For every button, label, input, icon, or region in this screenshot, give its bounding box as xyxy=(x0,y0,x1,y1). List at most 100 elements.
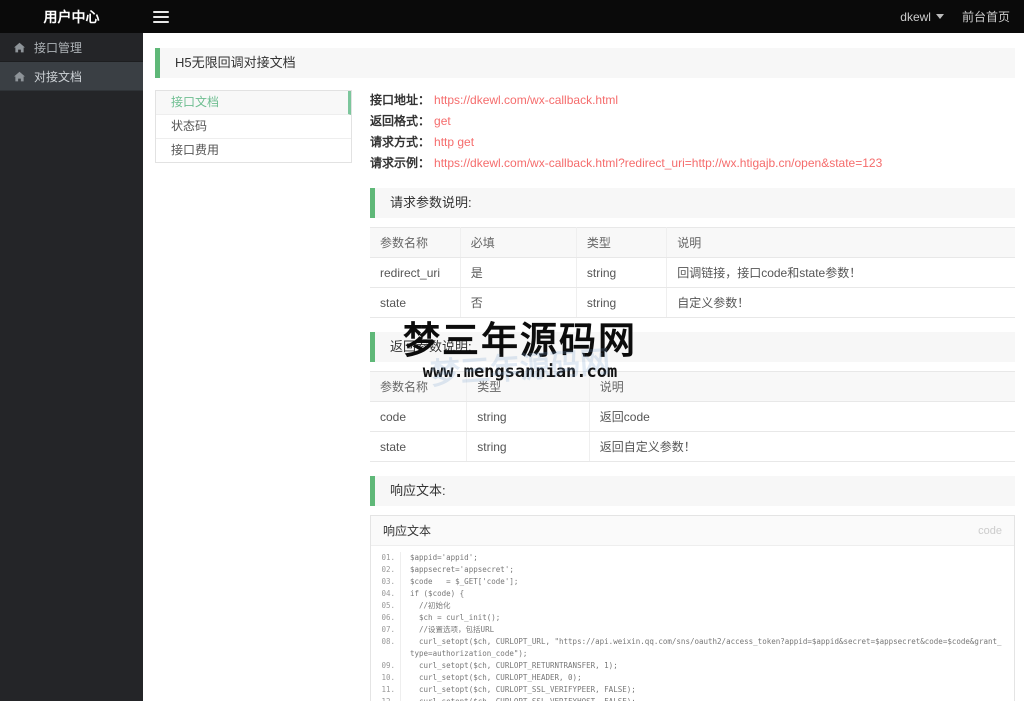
code-line-text: //设置选项，包括URL xyxy=(410,625,495,634)
code-panel: 响应文本 code 01. $appid='appid'; 02. $appsecre… xyxy=(370,515,1015,701)
table-cell: string xyxy=(576,287,668,318)
code-line-text: $code = $_GET['code']; xyxy=(410,577,519,586)
api-info-value-link[interactable]: https://dkewl.com/wx-callback.html xyxy=(434,93,618,107)
api-info-row: 返回格式： get xyxy=(370,111,1015,132)
table-row: code string 返回code xyxy=(370,401,1015,432)
api-info-value-link[interactable]: https://dkewl.com/wx-callback.html?redir… xyxy=(434,156,882,170)
api-info-value-link[interactable]: get xyxy=(434,114,451,128)
code-line-text: //初始化 xyxy=(410,601,451,610)
table-row: redirect_uri 是 string 回调链接，接口code和state参数！ xyxy=(370,257,1015,288)
api-info-row: 接口地址： https://dkewl.com/wx-callback.html xyxy=(370,90,1015,111)
api-info-value-link[interactable]: http get xyxy=(434,135,474,149)
topbar-right: dkewl 前台首页 xyxy=(900,8,1024,25)
code-line-number: 05. xyxy=(371,600,401,612)
sidebar-item-label: 对接文档 xyxy=(34,69,83,84)
table-cell: 是 xyxy=(460,257,577,288)
code-line-number: 09. xyxy=(371,660,401,672)
table-header-cell: 参数名称 xyxy=(370,227,461,258)
sidebar-item-1[interactable]: 对接文档 xyxy=(0,62,143,91)
doc-nav-item-0[interactable]: 接口文档 xyxy=(156,91,351,115)
table-cell: string xyxy=(466,401,590,432)
table-row: state 否 string 自定义参数！ xyxy=(370,287,1015,318)
api-info-label: 请求示例： xyxy=(370,156,431,170)
code-line-text: if ($code) { xyxy=(410,589,465,598)
home-icon xyxy=(14,71,25,82)
table-cell: string xyxy=(466,431,590,462)
user-dropdown[interactable]: dkewl xyxy=(900,10,944,24)
table-cell: 回调链接，接口code和state参数！ xyxy=(666,257,1015,288)
code-line-text: curl_setopt($ch, CURLOPT_RETURNTRANSFER,… xyxy=(410,661,618,670)
app-title: 用户中心 xyxy=(43,8,100,25)
frontend-home-link[interactable]: 前台首页 xyxy=(962,8,1010,25)
table-cell: redirect_uri xyxy=(370,257,461,288)
code-line-number: 03. xyxy=(371,576,401,588)
code-line: 08. curl_setopt($ch, CURLOPT_URL, "https… xyxy=(371,636,1014,660)
code-panel-title: 响应文本 xyxy=(383,524,432,538)
table-cell: state xyxy=(370,431,468,462)
code-line-number: 01. xyxy=(371,552,401,564)
code-badge: code xyxy=(978,524,1002,537)
code-line-number: 02. xyxy=(371,564,401,576)
table-cell: code xyxy=(370,401,468,432)
code-line-number: 12. xyxy=(371,696,401,701)
code-line-text: curl_setopt($ch, CURLOPT_HEADER, 0); xyxy=(410,673,582,682)
code-line-text: $ch = curl_init(); xyxy=(410,613,501,622)
response-body-heading: 响应文本: xyxy=(370,476,1015,506)
table-header-row: 参数名称 必填 类型 说明 xyxy=(370,227,1015,258)
code-line-number: 04. xyxy=(371,588,401,600)
sidebar: 接口管理 对接文档 xyxy=(0,33,143,701)
api-info-row: 请求示例： https://dkewl.com/wx-callback.html?… xyxy=(370,153,1015,174)
code-line: 05. //初始化 xyxy=(371,600,1014,612)
response-params-heading: 返回参数说明: xyxy=(370,332,1015,362)
table-header-cell: 类型 xyxy=(466,371,590,402)
api-info-label: 请求方式： xyxy=(370,135,431,149)
code-line-number: 10. xyxy=(371,672,401,684)
api-info-label: 返回格式： xyxy=(370,114,431,128)
request-params-heading: 请求参数说明: xyxy=(370,188,1015,218)
code-line: 07. //设置选项，包括URL xyxy=(371,624,1014,636)
code-line: 02. $appsecret='appsecret'; xyxy=(371,564,1014,576)
code-line: 04. if ($code) { xyxy=(371,588,1014,600)
code-line-number: 07. xyxy=(371,624,401,636)
request-params-table: 参数名称 必填 类型 说明 redirect_uri 是 string 回调链接，接口code… xyxy=(370,227,1015,318)
code-line-text: $appid='appid'; xyxy=(410,553,478,562)
code-line-text: $appsecret='appsecret'; xyxy=(410,565,514,574)
code-line-text: curl_setopt($ch, CURLOPT_SSL_VERIFYHOST,… xyxy=(401,696,1014,701)
response-params-table: 参数名称 类型 说明 code string 返回code state string 返回自定义… xyxy=(370,371,1015,462)
hamburger-menu-icon[interactable] xyxy=(153,10,169,23)
topbar: 用户中心 dkewl 前台首页 xyxy=(0,0,1024,33)
table-header-cell: 必填 xyxy=(460,227,577,258)
code-body: 01. $appid='appid'; 02. $appsecret='appsecr… xyxy=(371,546,1014,701)
code-line-text: curl_setopt($ch, CURLOPT_SSL_VERIFYPEER,… xyxy=(410,685,636,694)
table-header-row: 参数名称 类型 说明 xyxy=(370,371,1015,402)
code-line-text: curl_setopt($ch, CURLOPT_URL, "https://a… xyxy=(410,637,1002,658)
table-row: state string 返回自定义参数！ xyxy=(370,431,1015,462)
table-header-cell: 类型 xyxy=(576,227,668,258)
code-line: 11. curl_setopt($ch, CURLOPT_SSL_VERIFYP… xyxy=(371,684,1014,696)
table-cell: 返回自定义参数！ xyxy=(589,431,1015,462)
home-icon xyxy=(14,42,25,53)
table-cell: 否 xyxy=(460,287,577,318)
doc-nav-item-2[interactable]: 接口费用 xyxy=(156,139,351,162)
table-cell: 返回code xyxy=(589,401,1015,432)
code-line: 10. curl_setopt($ch, CURLOPT_HEADER, 0); xyxy=(371,672,1014,684)
api-info-row: 请求方式： http get xyxy=(370,132,1015,153)
doc-nav: 接口文档 状态码 接口费用 xyxy=(155,90,352,163)
table-cell: 自定义参数！ xyxy=(666,287,1015,318)
code-line-number: 06. xyxy=(371,612,401,624)
table-cell: string xyxy=(576,257,668,288)
doc-nav-item-1[interactable]: 状态码 xyxy=(156,115,351,139)
code-line: 12. curl_setopt($ch, CURLOPT_SSL_VERIFYH… xyxy=(371,696,1014,701)
main-content: H5无限回调对接文档 接口文档 状态码 接口费用 接口地址： https://dkew… xyxy=(143,33,1024,701)
table-header-cell: 说明 xyxy=(666,227,1015,258)
sidebar-item-0[interactable]: 接口管理 xyxy=(0,33,143,62)
sidebar-item-label: 接口管理 xyxy=(34,40,83,55)
code-line-number: 11. xyxy=(371,684,401,696)
code-line: 03. $code = $_GET['code']; xyxy=(371,576,1014,588)
code-line: 09. curl_setopt($ch, CURLOPT_RETURNTRANS… xyxy=(371,660,1014,672)
code-line: 06. $ch = curl_init(); xyxy=(371,612,1014,624)
table-cell: state xyxy=(370,287,461,318)
code-line: 01. $appid='appid'; xyxy=(371,552,1014,564)
chevron-down-icon xyxy=(935,14,944,19)
api-info-label: 接口地址： xyxy=(370,93,431,107)
